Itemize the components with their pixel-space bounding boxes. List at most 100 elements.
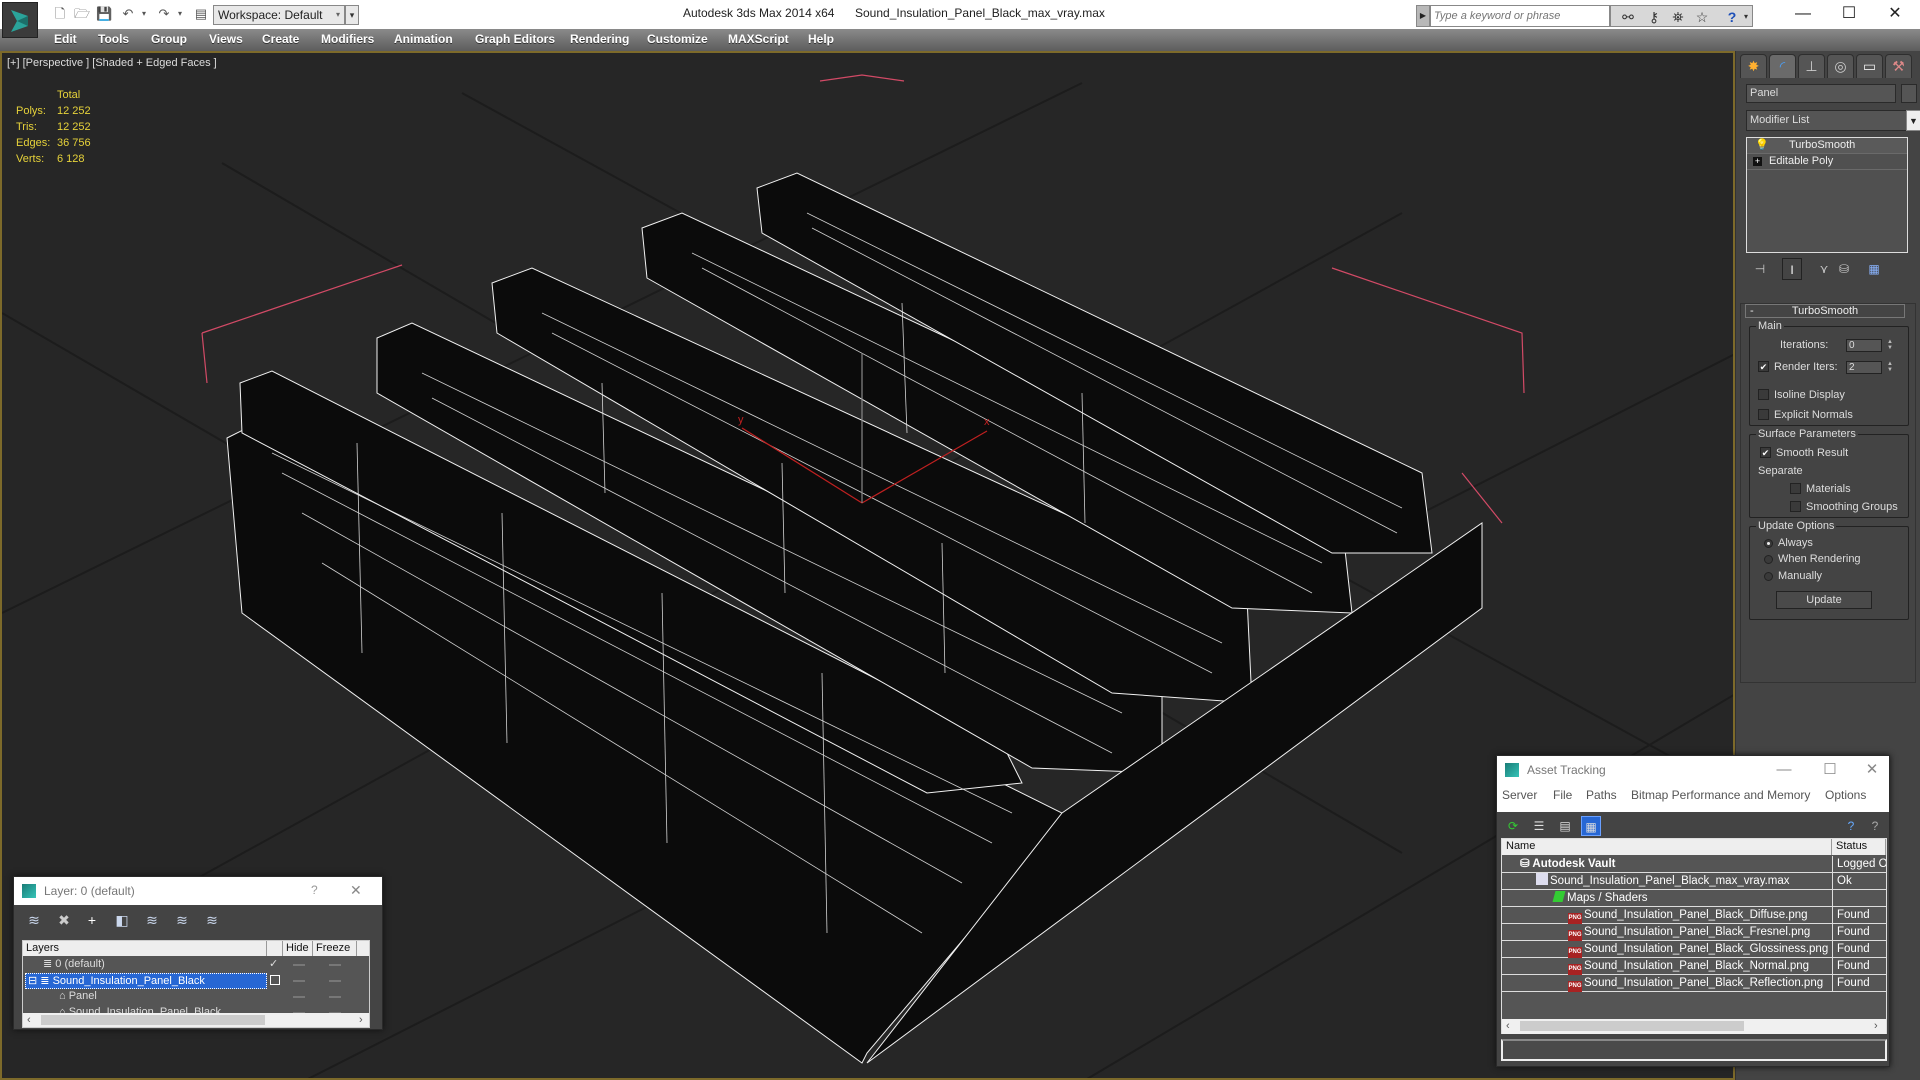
column-freeze[interactable]: Freeze (313, 941, 357, 956)
stack-item-turbosmooth[interactable]: 💡 TurboSmooth (1747, 138, 1907, 154)
select-objects-icon[interactable]: ◧ (112, 910, 132, 930)
scroll-left-icon[interactable]: ‹ (27, 1013, 31, 1027)
always-radio[interactable] (1764, 539, 1773, 548)
star-icon[interactable]: ☆ (1693, 8, 1711, 26)
set-current-checkbox[interactable] (270, 975, 280, 985)
redo-icon[interactable]: ↷ (156, 6, 172, 22)
menu-views[interactable]: Views (209, 32, 243, 46)
layer-row[interactable]: ≣ 0 (default) ✓ (23, 957, 369, 973)
tree-view-icon[interactable]: ▤ (1555, 816, 1575, 836)
help-dropdown-icon[interactable]: ▾ (1737, 8, 1755, 26)
explicit-normals-checkbox[interactable] (1758, 409, 1769, 420)
workspace-dropdown[interactable]: Workspace: Default ▾ (213, 5, 345, 25)
menu-create[interactable]: Create (262, 32, 299, 46)
maximize-button[interactable]: ☐ (1826, 3, 1872, 25)
manually-radio[interactable] (1764, 572, 1773, 581)
hide-toggle[interactable] (293, 980, 305, 982)
menu-animation[interactable]: Animation (394, 32, 453, 46)
asset-row[interactable]: Maps / Shaders (1502, 890, 1886, 907)
create-layer-icon[interactable]: ≋ (24, 910, 44, 930)
project-folder-icon[interactable]: ▤ (193, 6, 209, 22)
configure-modifier-sets-icon[interactable]: ▦ (1864, 258, 1884, 280)
layer-row[interactable]: ⌂ Panel (23, 989, 369, 1005)
when-rendering-radio[interactable] (1764, 555, 1773, 564)
remove-modifier-icon[interactable]: ⛁ (1834, 258, 1854, 280)
display-tab[interactable]: ▭ (1856, 54, 1883, 78)
freeze-toggle[interactable] (329, 996, 341, 998)
save-icon[interactable]: 💾 (96, 6, 112, 22)
horizontal-scrollbar[interactable]: ‹ › (1502, 1019, 1886, 1034)
column-status[interactable]: Status (1832, 839, 1886, 855)
collapse-icon[interactable]: ⊟ (28, 975, 40, 987)
layer-dialog-titlebar[interactable]: Layer: 0 (default) ? ✕ (14, 877, 382, 905)
minimize-button[interactable]: — (1769, 759, 1799, 781)
context-help-icon[interactable]: ? (1865, 816, 1885, 836)
menu-options[interactable]: Options (1825, 788, 1866, 802)
menu-customize[interactable]: Customize (647, 32, 708, 46)
column-layers[interactable]: Layers (23, 941, 267, 956)
asset-row[interactable]: PNG Sound_Insulation_Panel_Black_Glossine… (1502, 941, 1886, 958)
modify-tab[interactable]: ◜ (1769, 54, 1796, 78)
menu-file[interactable]: File (1553, 788, 1572, 802)
menu-paths[interactable]: Paths (1586, 788, 1617, 802)
menu-graph-editors[interactable]: Graph Editors (475, 32, 555, 46)
object-name-field[interactable]: Panel (1746, 84, 1896, 103)
spinner-arrows-icon[interactable]: ▲ ▼ (1886, 361, 1894, 374)
modifier-list-dropdown[interactable]: Modifier List ▼ (1746, 110, 1920, 131)
scroll-right-icon[interactable]: › (359, 1013, 363, 1027)
help-icon[interactable]: ? (1841, 816, 1861, 836)
menu-maxscript[interactable]: MAXScript (728, 32, 789, 46)
materials-checkbox[interactable] (1790, 483, 1801, 494)
horizontal-scrollbar[interactable]: ‹ › (23, 1013, 369, 1027)
scrollbar-thumb[interactable] (1520, 1021, 1744, 1031)
smooth-result-checkbox[interactable]: ✔ (1760, 447, 1771, 458)
utilities-tab[interactable]: ⚒ (1885, 54, 1912, 78)
menu-server[interactable]: Server (1502, 788, 1537, 802)
spinner-arrows-icon[interactable]: ▲ ▼ (1886, 339, 1894, 352)
search-expand-button[interactable]: ▶ (1416, 5, 1430, 27)
redo-dropdown-icon[interactable]: ▾ (172, 6, 188, 22)
search-input[interactable] (1430, 5, 1610, 27)
minimize-button[interactable]: — (1780, 3, 1826, 25)
make-unique-icon[interactable]: ⋎ (1814, 258, 1834, 280)
maximize-button[interactable]: ☐ (1815, 759, 1845, 781)
new-file-icon[interactable]: 🗋 (52, 6, 68, 22)
asset-row[interactable]: PNG Sound_Insulation_Panel_Black_Diffuse.… (1502, 907, 1886, 924)
close-button[interactable]: ✕ (1872, 3, 1918, 25)
smoothing-groups-checkbox[interactable] (1790, 501, 1801, 512)
delete-layer-icon[interactable]: ✖ (54, 910, 74, 930)
menu-group[interactable]: Group (151, 32, 187, 46)
create-tab[interactable]: ✸ (1740, 54, 1767, 78)
show-end-result-icon[interactable]: I (1782, 258, 1802, 280)
pin-stack-icon[interactable]: ⊣ (1750, 258, 1770, 280)
key-icon[interactable]: ⚷ (1645, 8, 1663, 26)
lightbulb-icon[interactable]: 💡 (1755, 138, 1769, 153)
turbosmooth-rollout-header[interactable]: - TurboSmooth (1745, 304, 1905, 318)
column-current[interactable] (267, 941, 283, 956)
scroll-right-icon[interactable]: › (1874, 1019, 1878, 1033)
layer-row[interactable]: ⊟ ≣ Sound_Insulation_Panel_Black (23, 973, 369, 989)
undo-dropdown-icon[interactable]: ▾ (136, 6, 152, 22)
scroll-left-icon[interactable]: ‹ (1506, 1019, 1510, 1033)
asset-row[interactable]: PNG Sound_Insulation_Panel_Black_Normal.p… (1502, 958, 1886, 975)
render-iters-checkbox[interactable]: ✔ (1758, 361, 1769, 372)
hierarchy-tab[interactable]: ⊥ (1798, 54, 1825, 78)
asset-row[interactable]: ⛁ Autodesk Vault Logged O (1502, 856, 1886, 873)
asset-tracking-titlebar[interactable]: Asset Tracking — ☐ ✕ Server File Paths B… (1497, 756, 1889, 812)
menu-rendering[interactable]: Rendering (570, 32, 629, 46)
binoculars-icon[interactable]: ⚯ (1619, 8, 1637, 26)
hide-toggle[interactable] (293, 996, 305, 998)
column-name[interactable]: Name (1502, 839, 1832, 855)
open-file-icon[interactable]: 🗁 (74, 6, 90, 22)
render-iters-spinner[interactable]: 2 (1846, 361, 1882, 374)
refresh-icon[interactable]: ⟳ (1503, 816, 1523, 836)
menu-help[interactable]: Help (808, 32, 834, 46)
asset-row[interactable]: Sound_Insulation_Panel_Black_max_vray.ma… (1502, 873, 1886, 890)
menu-tools[interactable]: Tools (98, 32, 129, 46)
expand-icon[interactable]: + (1753, 157, 1762, 166)
layer-properties-icon[interactable]: ≋ (202, 910, 222, 930)
motion-tab[interactable]: ◎ (1827, 54, 1854, 78)
set-current-layer-icon[interactable]: ≋ (172, 910, 192, 930)
undo-icon[interactable]: ↶ (120, 6, 136, 22)
close-button[interactable]: ✕ (1857, 759, 1887, 781)
